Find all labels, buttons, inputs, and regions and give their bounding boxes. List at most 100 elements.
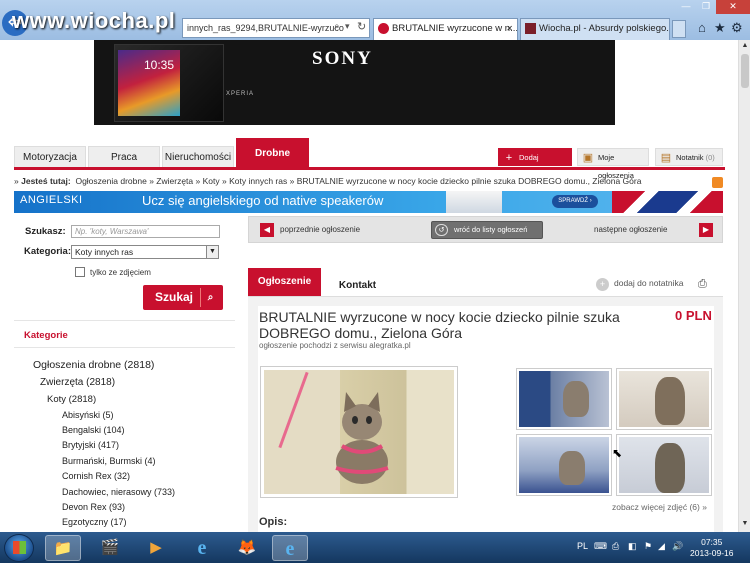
category-item[interactable]: Abisyński (5)	[62, 410, 114, 420]
search-button[interactable]: Szukaj ⌕	[143, 285, 223, 310]
vertical-scrollbar[interactable]: ▲ ▼	[738, 40, 750, 532]
add-icon: +	[596, 278, 609, 291]
category-item[interactable]: Zwierzęta (2818)	[40, 377, 115, 388]
leash	[278, 371, 309, 449]
category-item[interactable]: Cornish Rex (32)	[62, 471, 130, 481]
windows-logo-icon	[13, 541, 26, 554]
close-tab-icon[interactable]: ✕	[506, 19, 513, 39]
breadcrumb-item[interactable]: Koty innych ras	[229, 176, 287, 186]
nav-tab-nieruchomosci[interactable]: Nieruchomości	[162, 146, 234, 168]
tab-wiocha[interactable]: Wiocha.pl - Absurdy polskiego...	[520, 18, 670, 40]
print-icon[interactable]: ⎙	[698, 278, 711, 290]
maximize-button[interactable]: ❐	[696, 0, 716, 14]
action-center-flag-icon[interactable]: ⚑	[644, 541, 652, 552]
category-item[interactable]: Burmański, Burmski (4)	[62, 456, 156, 466]
firefox-taskbar-icon[interactable]: 🦊	[229, 535, 265, 561]
ad-left-text: ANGIELSKI	[20, 194, 83, 206]
add-to-notebook-link[interactable]: + dodaj do notatnika	[596, 278, 684, 291]
photos-only-checkbox[interactable]	[75, 267, 85, 277]
my-listings-button[interactable]: ▣ Moje ogłoszenia	[577, 148, 649, 180]
tab-label: BRUTALNIE wyrzucone w n...	[392, 23, 518, 34]
notebook-count: (0)	[705, 153, 715, 162]
explorer-taskbar-icon[interactable]: 📁	[45, 535, 81, 561]
scroll-thumb[interactable]	[741, 54, 749, 88]
media-center-taskbar-icon[interactable]: 🎬	[92, 535, 128, 561]
rss-icon[interactable]	[712, 177, 723, 188]
next-listing-button[interactable]: następne ogłoszenie ▶	[594, 222, 714, 239]
dropdown-icon[interactable]: ▾	[345, 21, 350, 32]
breadcrumb-label: Jesteś tutaj:	[21, 176, 71, 186]
home-icon[interactable]: ⌂	[698, 20, 706, 35]
search-icon: ⌕	[200, 288, 220, 307]
kitten-illustration	[335, 392, 389, 484]
thumbnail-3[interactable]	[516, 434, 612, 496]
system-clock[interactable]: 07:35 2013-09-16	[690, 537, 733, 559]
photos-only-label: tylko ze zdjęciem	[90, 268, 151, 277]
category-item[interactable]: Koty (2818)	[47, 394, 96, 405]
kitten-photo	[264, 370, 454, 494]
category-item[interactable]: Ogłoszenia drobne (2818)	[33, 359, 154, 371]
search-button-label: Szukaj	[155, 290, 194, 304]
settings-gear-icon[interactable]: ⚙	[731, 20, 743, 36]
window-controls: — ❐ ✕	[676, 0, 750, 14]
previous-listing-button[interactable]: ◀ poprzednie ogłoszenie	[260, 222, 380, 239]
category-item[interactable]: Egzotyczny (17)	[62, 517, 127, 527]
network-icon[interactable]: ◢	[658, 541, 665, 552]
breadcrumb-item[interactable]: Koty	[203, 176, 220, 186]
scroll-up-icon[interactable]: ▲	[739, 40, 750, 52]
internet-explorer-taskbar-icon[interactable]: e	[184, 535, 220, 561]
category-item[interactable]: Dachowiec, nierasowy (733)	[62, 487, 175, 497]
nav-tab-motoryzacja[interactable]: Motoryzacja	[14, 146, 86, 168]
scroll-down-icon[interactable]: ▼	[739, 518, 750, 530]
keyboard-icon[interactable]: ⌨	[594, 541, 607, 552]
tab-ad[interactable]: Ogłoszenie	[248, 268, 321, 296]
breadcrumb-item[interactable]: Ogłoszenia drobne	[75, 176, 146, 186]
address-bar[interactable]: innych_ras_9294,BRUTALNIE-wyrzuco	[182, 18, 370, 38]
nav-tab-praca[interactable]: Praca	[88, 146, 160, 168]
category-item[interactable]: Devon Rex (93)	[62, 502, 125, 512]
refresh-icon[interactable]: ↻	[357, 20, 366, 33]
category-item[interactable]: Bengalski (104)	[62, 425, 125, 435]
category-select[interactable]: Koty innych ras ▼	[71, 245, 219, 259]
main-photo[interactable]	[260, 366, 458, 498]
new-tab-button[interactable]	[672, 20, 686, 38]
search-icon[interactable]: ⌕	[334, 21, 340, 32]
favorites-icon[interactable]: ★	[714, 20, 726, 36]
watermark: www.wiocha.pl	[12, 8, 176, 33]
thumbnail-1[interactable]	[516, 368, 612, 430]
breadcrumb-sep: »	[149, 176, 154, 186]
tab-active[interactable]: BRUTALNIE wyrzucone w n... ✕	[373, 18, 518, 40]
display-icon[interactable]: ◧	[628, 541, 637, 552]
listing-source: ogłoszenie pochodzi z serwisu alegratka.…	[259, 341, 411, 350]
more-photos-link[interactable]: zobacz więcej zdjęć (6) »	[612, 502, 707, 512]
thumbnail-2[interactable]	[616, 368, 712, 430]
minimize-button[interactable]: —	[676, 0, 696, 14]
tab-contact[interactable]: Kontakt	[321, 276, 394, 296]
category-item[interactable]: Brytyjski (417)	[62, 440, 119, 450]
search-input[interactable]: Np. 'koty, Warszawa'	[71, 225, 220, 238]
back-to-list-button[interactable]: ↺ wróć do listy ogłoszeń	[431, 221, 543, 239]
device-icon[interactable]: ⎙	[612, 541, 619, 552]
ad-check-button[interactable]: SPRAWDŹ ›	[552, 195, 598, 208]
breadcrumb-sep: »	[222, 176, 227, 186]
notebook-button[interactable]: ▤ Notatnik (0)	[655, 148, 723, 166]
listing-price: 0 PLN	[675, 308, 712, 323]
add-to-notebook-label: dodaj do notatnika	[614, 278, 684, 288]
plus-icon: +	[505, 152, 513, 164]
thumbnail-4[interactable]	[616, 434, 712, 496]
media-player-taskbar-icon[interactable]: ▶	[138, 535, 174, 561]
nav-tab-drobne[interactable]: Drobne	[236, 138, 309, 168]
volume-icon[interactable]: 🔊	[672, 541, 683, 552]
category-select-value: Koty innych ras	[75, 247, 134, 257]
close-window-button[interactable]: ✕	[716, 0, 750, 14]
language-indicator[interactable]: PL	[577, 541, 588, 551]
add-listing-button[interactable]: + Dodaj ogłoszenie	[498, 148, 572, 180]
internet-explorer-active-taskbar-icon[interactable]: e	[272, 535, 308, 561]
breadcrumb-item[interactable]: Zwierzęta	[156, 176, 193, 186]
thumbnail-image	[519, 437, 609, 493]
chevron-down-icon: ▼	[206, 246, 218, 258]
clock-time: 07:35	[701, 537, 723, 547]
briefcase-icon: ▣	[582, 152, 594, 164]
next-listing-label: następne ogłoszenie	[594, 225, 668, 234]
breadcrumb-prefix: »	[14, 176, 19, 186]
